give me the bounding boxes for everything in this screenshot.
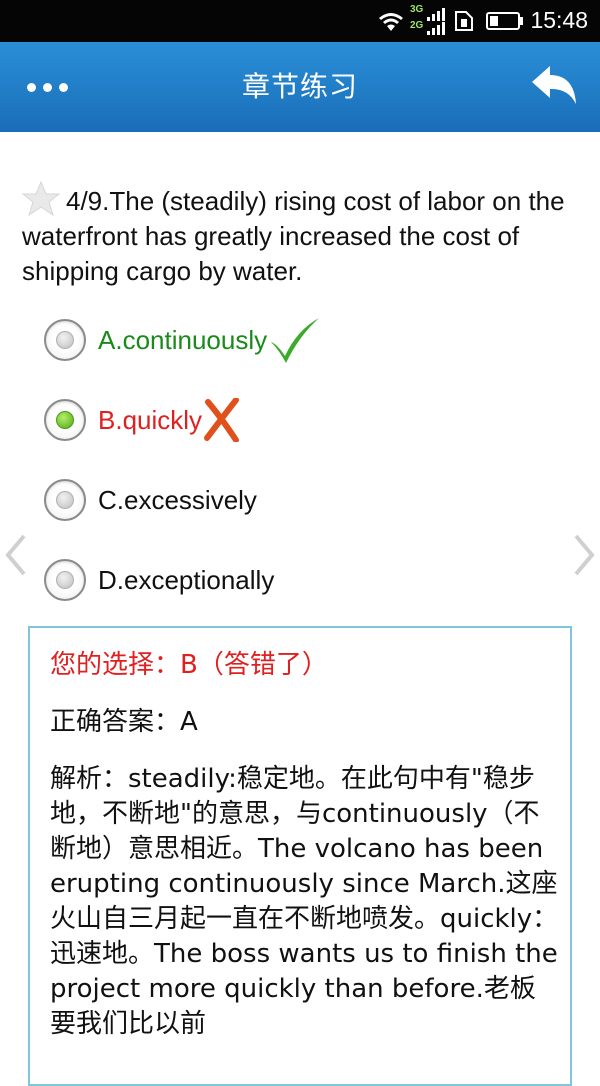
analysis-text: 解析：steadily:稳定地。在此句中有"稳步地，不断地"的意思，与conti… xyxy=(50,764,559,1039)
sim-icon xyxy=(455,11,473,31)
option-label: C.excessively xyxy=(98,484,257,515)
status-time: 15:48 xyxy=(530,7,588,33)
page-title: 章节练习 xyxy=(241,70,358,103)
option-label: D.exceptionally xyxy=(98,564,275,595)
more-dot-icon xyxy=(58,82,68,92)
radio-button-selected[interactable] xyxy=(44,399,86,441)
option-a[interactable]: A.continuously xyxy=(44,312,321,368)
wifi-icon xyxy=(379,13,403,31)
previous-arrow-icon[interactable] xyxy=(2,530,32,580)
radio-button[interactable] xyxy=(44,559,86,601)
more-dot-icon xyxy=(42,82,52,92)
network-3g-label: 3G xyxy=(410,4,424,15)
more-menu-button[interactable] xyxy=(14,67,80,107)
option-label: B.quickly xyxy=(98,404,203,435)
next-arrow-icon[interactable] xyxy=(568,530,598,580)
correct-answer-text: 正确答案：A xyxy=(50,707,198,737)
header-bar: 章节练习 xyxy=(0,42,600,132)
battery-icon xyxy=(486,12,523,30)
your-choice-text: 您的选择：B（答错了） xyxy=(50,650,328,680)
more-dot-icon xyxy=(26,82,36,92)
cross-mark-icon xyxy=(204,398,240,442)
answer-explanation-panel[interactable]: 您的选择：B（答错了） 正确答案：A 解析：steadily:稳定地。在此句中有… xyxy=(28,626,572,1086)
radio-button[interactable] xyxy=(44,319,86,361)
signal-icon xyxy=(427,8,445,35)
check-mark-icon xyxy=(271,318,320,363)
option-b[interactable]: B.quickly xyxy=(44,392,240,448)
network-2g-label: 2G xyxy=(410,20,424,31)
radio-button[interactable] xyxy=(44,479,86,521)
option-label: A.continuously xyxy=(98,324,268,355)
star-icon[interactable] xyxy=(22,180,60,218)
option-d[interactable]: D.exceptionally xyxy=(44,552,274,608)
status-bar: 3G 2G 15:48 xyxy=(0,0,600,42)
option-c[interactable]: C.excessively xyxy=(44,472,257,528)
back-arrow-icon[interactable] xyxy=(528,62,580,112)
question-text: 4/9.The (steadily) rising cost of labor … xyxy=(22,180,578,289)
question-number: 4/9. xyxy=(66,186,110,216)
